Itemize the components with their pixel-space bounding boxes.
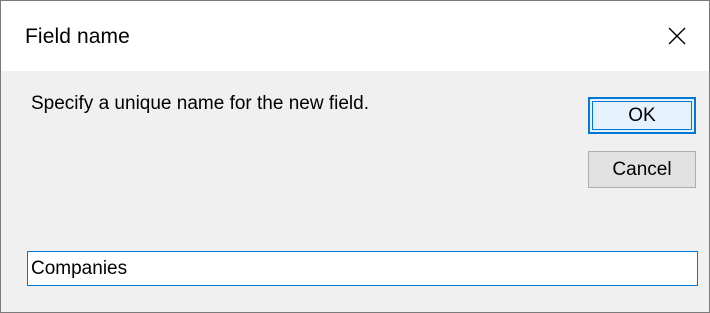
prompt-text: Specify a unique name for the new field.: [31, 93, 369, 114]
dialog-title: Field name: [25, 25, 130, 48]
field-name-input[interactable]: [27, 251, 698, 286]
field-name-dialog: Field name Specify a unique name for the…: [0, 0, 710, 313]
ok-label: OK: [628, 104, 656, 126]
close-icon: [668, 27, 686, 45]
ok-button[interactable]: OK: [588, 97, 696, 134]
close-button[interactable]: [645, 1, 709, 71]
title-bar: Field name: [1, 1, 709, 71]
cancel-label: Cancel: [612, 158, 672, 180]
cancel-button[interactable]: Cancel: [588, 151, 696, 188]
